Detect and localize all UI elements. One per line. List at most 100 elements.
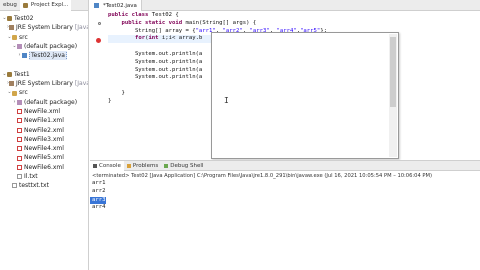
xml-icon: [17, 146, 22, 152]
code-token: }: [108, 97, 112, 104]
tab-console[interactable]: Console: [90, 160, 124, 171]
tab-debug-shell[interactable]: Debug Shell: [161, 161, 206, 171]
tree-node[interactable]: testtxt.txt: [0, 181, 88, 190]
lib-icon: [9, 81, 14, 87]
code-token: System.out.println(a: [108, 66, 203, 73]
code-token: Test02 {: [151, 12, 179, 18]
tree-node-label: (default package): [24, 42, 78, 50]
txt-icon: [17, 174, 22, 180]
override-marker-icon: [98, 22, 101, 25]
xml-icon: [17, 118, 22, 124]
xml-icon: [17, 109, 22, 115]
error-marker-icon[interactable]: [96, 38, 101, 43]
tab-problems[interactable]: Problems: [124, 161, 161, 171]
tree-node[interactable]: ›JRE System Library[JavaSE-: [0, 23, 88, 32]
console-output[interactable]: arr1 arr2 arr3 arr4: [90, 180, 480, 212]
code-token: String[] array = {: [108, 27, 196, 34]
popup-scroll-thumb[interactable]: [390, 37, 396, 107]
tree-node-label: NewFile.xml: [24, 107, 61, 115]
tree-node-label: testtxt.txt: [19, 182, 49, 190]
tree-node[interactable]: NewFile1.xml: [0, 116, 88, 125]
tree-node[interactable]: ⌄ src: [0, 88, 88, 97]
code-token: System.out.println(a: [108, 74, 203, 81]
console-terminated-line: <terminated> Test02 [Java Application] C…: [92, 173, 433, 179]
tree-node-label: Test02: [14, 15, 34, 22]
project-explorer: ebug Project Expl... ⌄ Test02 › JRE System …: [0, 0, 89, 270]
tab-project-explorer[interactable]: Project Expl...: [19, 0, 72, 11]
java-icon: [22, 53, 27, 59]
java-file-icon: [94, 3, 99, 8]
tree-node[interactable]: ⌄ Test1: [0, 70, 88, 79]
code-token: public static void: [121, 19, 186, 26]
code-token: public class: [108, 12, 152, 18]
tree-node-label: (default package): [24, 98, 78, 106]
xml-icon: [17, 164, 22, 170]
left-tab-bar: ebug Project Expl...: [0, 0, 88, 11]
project-explorer-icon: [22, 2, 28, 8]
code-token: i;i< array.b: [161, 35, 203, 42]
tree-node-label: JRE System Library: [16, 24, 73, 32]
lib-icon: [9, 25, 14, 31]
text-cursor-icon: I: [224, 96, 229, 105]
debug-shell-icon: [164, 163, 169, 168]
tree-node[interactable]: › Test02.java: [0, 51, 88, 61]
editor-gutter: [90, 12, 106, 157]
tree-node-label: Il.txt: [24, 173, 38, 181]
xml-icon: [17, 137, 22, 142]
code-token: System.out.println(a: [108, 50, 203, 57]
console-output-line[interactable]: arr1: [90, 180, 480, 188]
code-line[interactable]: public static void main(String[] args) {: [108, 20, 327, 28]
code-line[interactable]: public class Test02 {: [108, 12, 327, 20]
tree-node[interactable]: NewFile6.xml: [0, 163, 88, 172]
tree-node-label: NewFile4.xml: [24, 145, 64, 153]
code-token: main(String[] args) {: [185, 19, 257, 26]
tree-node[interactable]: Il.txt: [0, 172, 88, 181]
tree-node-label: src: [19, 33, 28, 41]
txt-icon: [12, 183, 17, 189]
pkg-icon: [17, 44, 22, 50]
code-token: for: [134, 35, 146, 42]
console-view[interactable]: <terminated> Test02 [Java Application] C…: [90, 172, 480, 270]
tree-node-label: NewFile2.xml: [24, 126, 64, 134]
xml-icon: [17, 127, 22, 133]
proj-icon: [7, 16, 12, 22]
tree-node[interactable]: ⌄ src: [0, 33, 88, 42]
tree-node-suffix: [JavaSE-: [74, 80, 88, 88]
xml-icon: [17, 155, 22, 161]
tree-node-label: JRE System Library: [16, 80, 73, 88]
problems-icon: [126, 163, 131, 168]
project-tree: ⌄Test02›JRE System Library[JavaSE-⌄src⌄(…: [0, 11, 88, 191]
tree-node[interactable]: NewFile4.xml: [0, 144, 88, 153]
content-assist-popup[interactable]: [211, 32, 399, 159]
tree-node[interactable]: NewFile2.xml: [0, 126, 88, 135]
tree-node[interactable]: ⌄ Test02: [0, 14, 88, 23]
console-icon: [93, 163, 97, 168]
console-output-line[interactable]: arr4: [90, 204, 480, 212]
src-icon: [12, 90, 17, 96]
tree-node[interactable]: › (default package): [0, 98, 88, 107]
tree-node-label: NewFile1.xml: [24, 117, 64, 125]
pkg-icon: [17, 99, 22, 105]
tree-node[interactable]: NewFile.xml: [0, 107, 88, 116]
src-icon: [12, 34, 17, 40]
tab-test02-java[interactable]: *Test02.java: [90, 0, 142, 11]
tree-node-label: NewFile5.xml: [24, 154, 64, 162]
editor-tab-bar: *Test02.java: [90, 0, 480, 11]
tree-node-label: NewFile6.xml: [24, 163, 64, 171]
tree-node-label: NewFile3.xml: [24, 135, 64, 143]
tree-node[interactable]: NewFile5.xml: [0, 153, 88, 162]
tree-node[interactable]: NewFile3.xml: [0, 135, 88, 144]
console-output-line[interactable]: arr3: [90, 196, 107, 205]
tree-node-label: Test1: [14, 70, 30, 78]
tab-debug[interactable]: ebug: [0, 2, 20, 8]
code-token: }: [108, 89, 125, 96]
code-token: System.out.println(a: [108, 58, 203, 65]
tree-node-label: src: [19, 89, 28, 97]
console-output-line[interactable]: arr2: [90, 188, 480, 196]
tree-node[interactable]: ⌄ (default package): [0, 42, 88, 51]
tree-node[interactable]: ›JRE System Library[JavaSE-: [0, 79, 88, 88]
tree-node-label: Test02.java: [29, 51, 67, 61]
